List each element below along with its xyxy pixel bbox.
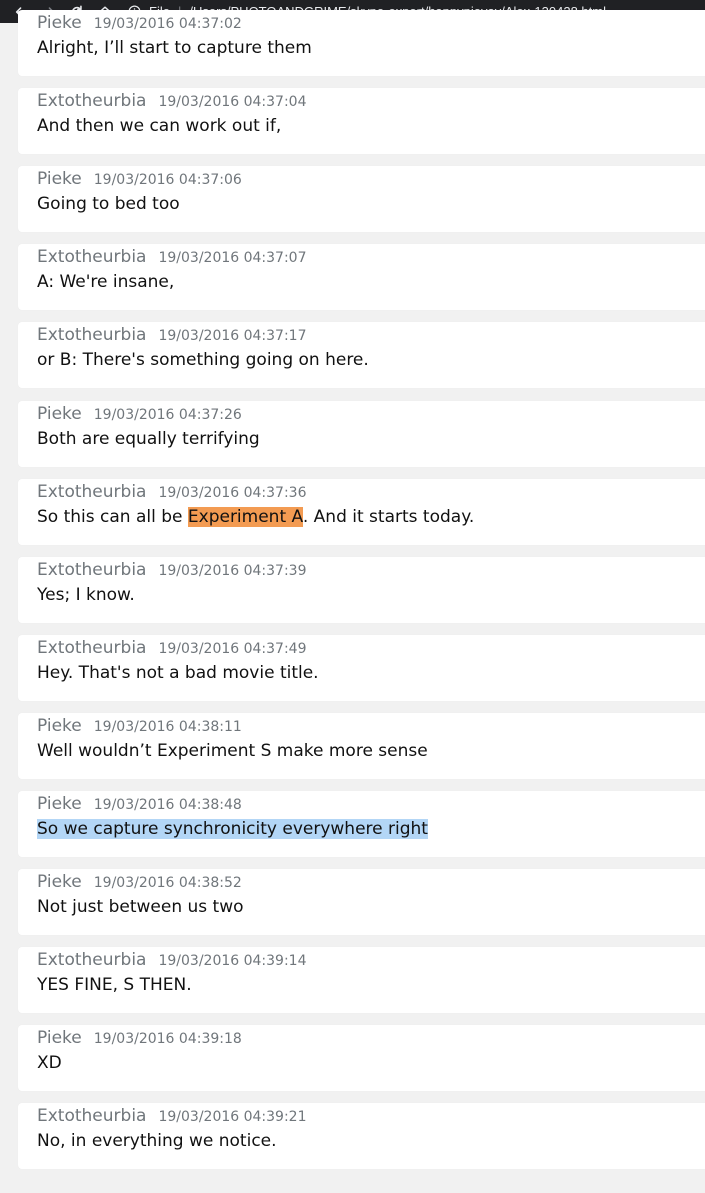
message-header: Pieke 19/03/2016 04:38:11 (37, 716, 242, 736)
message-card: Pieke 19/03/2016 04:38:48 So we capture sy… (18, 791, 705, 857)
message-text: Going to bed too (37, 194, 180, 214)
sender-name: Extotheurbia (37, 560, 147, 580)
message-text: A: We're insane, (37, 272, 175, 292)
message-header: Extotheurbia 19/03/2016 04:37:07 (37, 247, 307, 267)
message-header: Pieke 19/03/2016 04:37:26 (37, 404, 242, 424)
sender-name: Pieke (37, 794, 82, 814)
sender-name: Pieke (37, 1028, 82, 1048)
sender-name: Pieke (37, 13, 82, 33)
message-timestamp: 19/03/2016 04:37:02 (93, 16, 242, 32)
message-card: Extotheurbia 19/03/2016 04:37:07 A: We're … (18, 244, 705, 310)
message-text: Both are equally terrifying (37, 429, 260, 449)
message-text: Yes; I know. (37, 585, 135, 605)
sender-name: Extotheurbia (37, 325, 147, 345)
message-timestamp: 19/03/2016 04:37:04 (158, 94, 307, 110)
message-text-after: . And it starts today. (302, 507, 475, 527)
message-card: Extotheurbia 19/03/2016 04:37:17 or B: The… (18, 322, 705, 388)
message-header: Extotheurbia 19/03/2016 04:39:21 (37, 1106, 307, 1126)
message-text: XD (37, 1053, 62, 1073)
message-timestamp: 19/03/2016 04:37:36 (158, 485, 307, 501)
message-timestamp: 19/03/2016 04:37:49 (158, 641, 307, 657)
message-text: So this can all be Experiment A. And it … (37, 507, 474, 527)
message-text: Well wouldn’t Experiment S make more sen… (37, 741, 428, 761)
search-match-highlight: Experiment A (187, 507, 303, 527)
message-card: Pieke 19/03/2016 04:39:18 XD (18, 1025, 705, 1091)
message-text: Alright, I’ll start to capture them (37, 38, 312, 58)
message-header: Pieke 19/03/2016 04:38:52 (37, 872, 242, 892)
sender-name: Extotheurbia (37, 638, 147, 658)
sender-name: Extotheurbia (37, 482, 147, 502)
message-text: No, in everything we notice. (37, 1131, 277, 1151)
message-header: Extotheurbia 19/03/2016 04:37:04 (37, 91, 307, 111)
message-header: Pieke 19/03/2016 04:38:48 (37, 794, 242, 814)
sender-name: Extotheurbia (37, 91, 147, 111)
sender-name: Extotheurbia (37, 1106, 147, 1126)
message-header: Pieke 19/03/2016 04:39:18 (37, 1028, 242, 1048)
message-card: Pieke 19/03/2016 04:37:02 Alright, I’ll st… (18, 10, 705, 76)
message-text-before: So this can all be (37, 507, 188, 527)
message-text: Hey. That's not a bad movie title. (37, 663, 319, 683)
message-text: Not just between us two (37, 897, 244, 917)
sender-name: Pieke (37, 404, 82, 424)
message-card: Extotheurbia 19/03/2016 04:37:36 So this c… (18, 479, 705, 545)
message-card: Extotheurbia 19/03/2016 04:37:49 Hey. That… (18, 635, 705, 701)
message-text: And then we can work out if, (37, 116, 282, 136)
sender-name: Extotheurbia (37, 247, 147, 267)
message-header: Pieke 19/03/2016 04:37:02 (37, 13, 242, 33)
message-text: or B: There's something going on here. (37, 350, 369, 370)
message-header: Extotheurbia 19/03/2016 04:39:14 (37, 950, 307, 970)
message-timestamp: 19/03/2016 04:37:06 (93, 172, 242, 188)
message-card: Pieke 19/03/2016 04:38:11 Well wouldn’t Ex… (18, 713, 705, 779)
sender-name: Pieke (37, 872, 82, 892)
message-timestamp: 19/03/2016 04:37:39 (158, 563, 307, 579)
message-timestamp: 19/03/2016 04:38:48 (93, 797, 242, 813)
message-header: Extotheurbia 19/03/2016 04:37:36 (37, 482, 307, 502)
message-timestamp: 19/03/2016 04:38:52 (93, 875, 242, 891)
message-card: Pieke 19/03/2016 04:37:06 Going to bed too (18, 166, 705, 232)
sender-name: Pieke (37, 716, 82, 736)
message-card: Pieke 19/03/2016 04:37:26 Both are equally… (18, 401, 705, 467)
message-timestamp: 19/03/2016 04:37:17 (158, 328, 307, 344)
message-card: Pieke 19/03/2016 04:38:52 Not just between… (18, 869, 705, 935)
message-card: Extotheurbia 19/03/2016 04:39:14 YES FINE,… (18, 947, 705, 1013)
message-header: Extotheurbia 19/03/2016 04:37:49 (37, 638, 307, 658)
message-timestamp: 19/03/2016 04:37:07 (158, 250, 307, 266)
message-card: Extotheurbia 19/03/2016 04:39:21 No, in ev… (18, 1103, 705, 1169)
selected-text: So we capture synchronicity everywhere r… (37, 819, 428, 839)
sender-name: Extotheurbia (37, 950, 147, 970)
message-card: Extotheurbia 19/03/2016 04:37:04 And then … (18, 88, 705, 154)
message-header: Extotheurbia 19/03/2016 04:37:39 (37, 560, 307, 580)
message-timestamp: 19/03/2016 04:38:11 (93, 719, 242, 735)
message-timestamp: 19/03/2016 04:37:26 (93, 407, 242, 423)
message-card: Extotheurbia 19/03/2016 04:37:39 Yes; I kn… (18, 557, 705, 623)
message-timestamp: 19/03/2016 04:39:21 (158, 1109, 307, 1125)
message-text: So we capture synchronicity everywhere r… (37, 819, 428, 839)
sender-name: Pieke (37, 169, 82, 189)
message-timestamp: 19/03/2016 04:39:18 (93, 1031, 242, 1047)
message-timestamp: 19/03/2016 04:39:14 (158, 953, 307, 969)
message-header: Pieke 19/03/2016 04:37:06 (37, 169, 242, 189)
message-header: Extotheurbia 19/03/2016 04:37:17 (37, 325, 307, 345)
message-text: YES FINE, S THEN. (37, 975, 192, 995)
